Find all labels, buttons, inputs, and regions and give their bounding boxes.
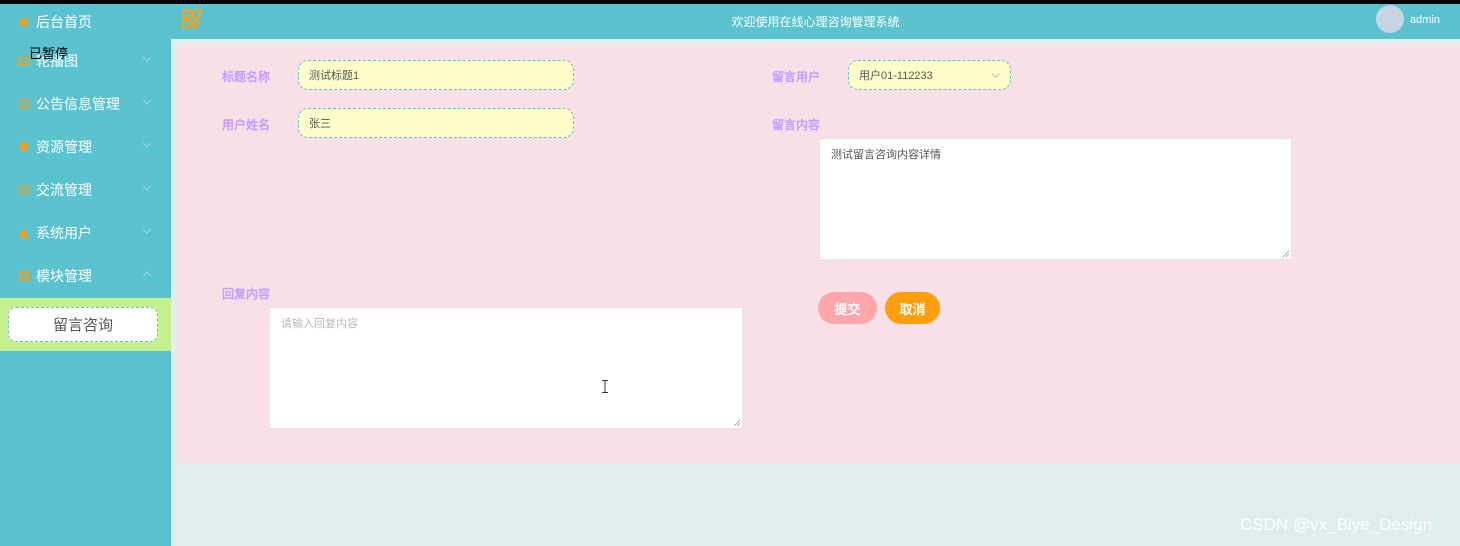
chevron-down-icon xyxy=(142,228,152,234)
top-header: 欢迎使用在线心理咨询管理系统 admin xyxy=(171,4,1460,39)
location-icon xyxy=(17,140,31,154)
resize-grip-icon[interactable] xyxy=(733,419,741,427)
chat-icon xyxy=(17,183,31,197)
content-textarea-value: 测试留言咨询内容详情 xyxy=(831,149,941,161)
text-cursor-icon xyxy=(602,380,608,393)
sidebar: 后台首页 轮播图 公告信息管理 资源管理 交流管理 系统用户 模块管理 xyxy=(0,4,171,546)
sidebar-item-label: 交流管理 xyxy=(36,181,92,198)
name-label: 用户姓名 xyxy=(222,118,271,132)
watermark: CSDN @vx_Biye_Design xyxy=(1240,515,1433,534)
home-icon xyxy=(17,15,31,29)
sidebar-item-resource[interactable]: 资源管理 xyxy=(0,125,171,168)
sidebar-item-label: 模块管理 xyxy=(36,267,92,284)
sidebar-item-carousel[interactable]: 轮播图 xyxy=(0,39,171,82)
user-select[interactable]: 用户01-112233 xyxy=(848,60,1011,90)
user-icon xyxy=(17,226,31,240)
title-label: 标题名称 xyxy=(222,70,271,84)
title-input-value: 测试标题1 xyxy=(309,70,360,82)
sidebar-subitem-consult[interactable]: 留言咨询 xyxy=(8,307,158,342)
username[interactable]: admin xyxy=(1410,14,1440,26)
user-select-value: 用户01-112233 xyxy=(859,70,933,82)
sidebar-item-module[interactable]: 模块管理 xyxy=(0,254,171,297)
content-textarea[interactable]: 测试留言咨询内容详情 xyxy=(819,138,1292,260)
paused-overlay-text: 已暂停 xyxy=(29,46,69,61)
avatar[interactable] xyxy=(1376,5,1404,33)
cancel-button[interactable]: 取消 xyxy=(885,292,940,324)
sidebar-item-label: 公告信息管理 xyxy=(36,95,120,112)
page-title: 欢迎使用在线心理咨询管理系统 xyxy=(731,15,900,29)
reply-textarea-placeholder: 请输入回复内容 xyxy=(281,318,358,330)
name-input-value: 张三 xyxy=(309,118,331,130)
title-input[interactable]: 测试标题1 xyxy=(298,60,574,90)
content-label: 留言内容 xyxy=(772,118,821,132)
grid-icon xyxy=(17,269,31,283)
resize-grip-icon[interactable] xyxy=(1282,250,1290,258)
sidebar-item-label: 系统用户 xyxy=(36,224,92,241)
name-input[interactable]: 张三 xyxy=(298,108,574,138)
sidebar-item-label: 资源管理 xyxy=(36,138,92,155)
sidebar-item-system-user[interactable]: 系统用户 xyxy=(0,211,171,254)
reply-label: 回复内容 xyxy=(222,287,271,301)
chevron-down-icon xyxy=(142,56,152,62)
user-label: 留言用户 xyxy=(772,70,821,84)
chevron-down-icon xyxy=(142,185,152,191)
chevron-up-icon xyxy=(142,271,152,277)
submenu: 留言咨询 xyxy=(0,298,171,351)
chevron-down-icon xyxy=(142,99,152,105)
sidebar-item-label: 后台首页 xyxy=(36,13,92,30)
info-icon xyxy=(17,97,31,111)
chevron-down-icon xyxy=(991,73,1000,79)
submit-button[interactable]: 提交 xyxy=(818,292,877,324)
sidebar-item-notice[interactable]: 公告信息管理 xyxy=(0,82,171,125)
sidebar-item-exchange[interactable]: 交流管理 xyxy=(0,168,171,211)
sidebar-item-home[interactable]: 后台首页 xyxy=(0,4,171,39)
reply-textarea[interactable]: 请输入回复内容 xyxy=(269,307,743,429)
chevron-down-icon xyxy=(142,142,152,148)
